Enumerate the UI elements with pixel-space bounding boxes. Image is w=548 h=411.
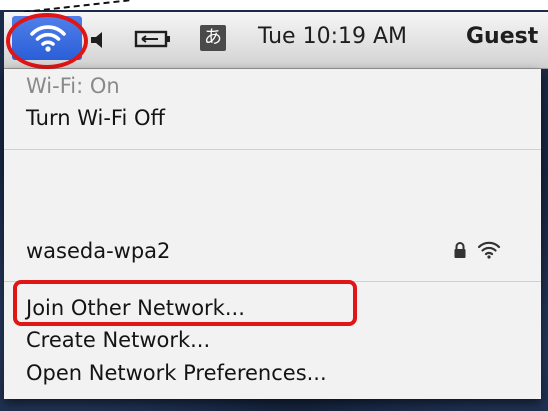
input-method-icon[interactable]: あ (200, 25, 226, 51)
highlight-circle (6, 13, 88, 69)
menubar-user[interactable]: Guest (466, 24, 538, 49)
lock-icon (454, 242, 466, 258)
wifi-signal-icon (477, 241, 501, 259)
create-network-item[interactable]: Create Network... (26, 328, 210, 352)
battery-icon[interactable] (134, 28, 174, 50)
turn-wifi-off-item[interactable]: Turn Wi-Fi Off (26, 106, 165, 130)
wifi-status-label: Wi-Fi: On (26, 74, 120, 98)
menubar-clock[interactable]: Tue 10:19 AM (258, 24, 407, 49)
network-item[interactable]: waseda-wpa2 (26, 239, 170, 263)
open-network-preferences-item[interactable]: Open Network Preferences... (26, 361, 327, 385)
volume-icon[interactable] (89, 30, 107, 50)
wifi-dropdown-menu: Wi-Fi: On Turn Wi-Fi Off waseda-wpa2 Joi… (4, 69, 541, 399)
highlight-rectangle (13, 280, 357, 326)
separator (4, 149, 541, 150)
